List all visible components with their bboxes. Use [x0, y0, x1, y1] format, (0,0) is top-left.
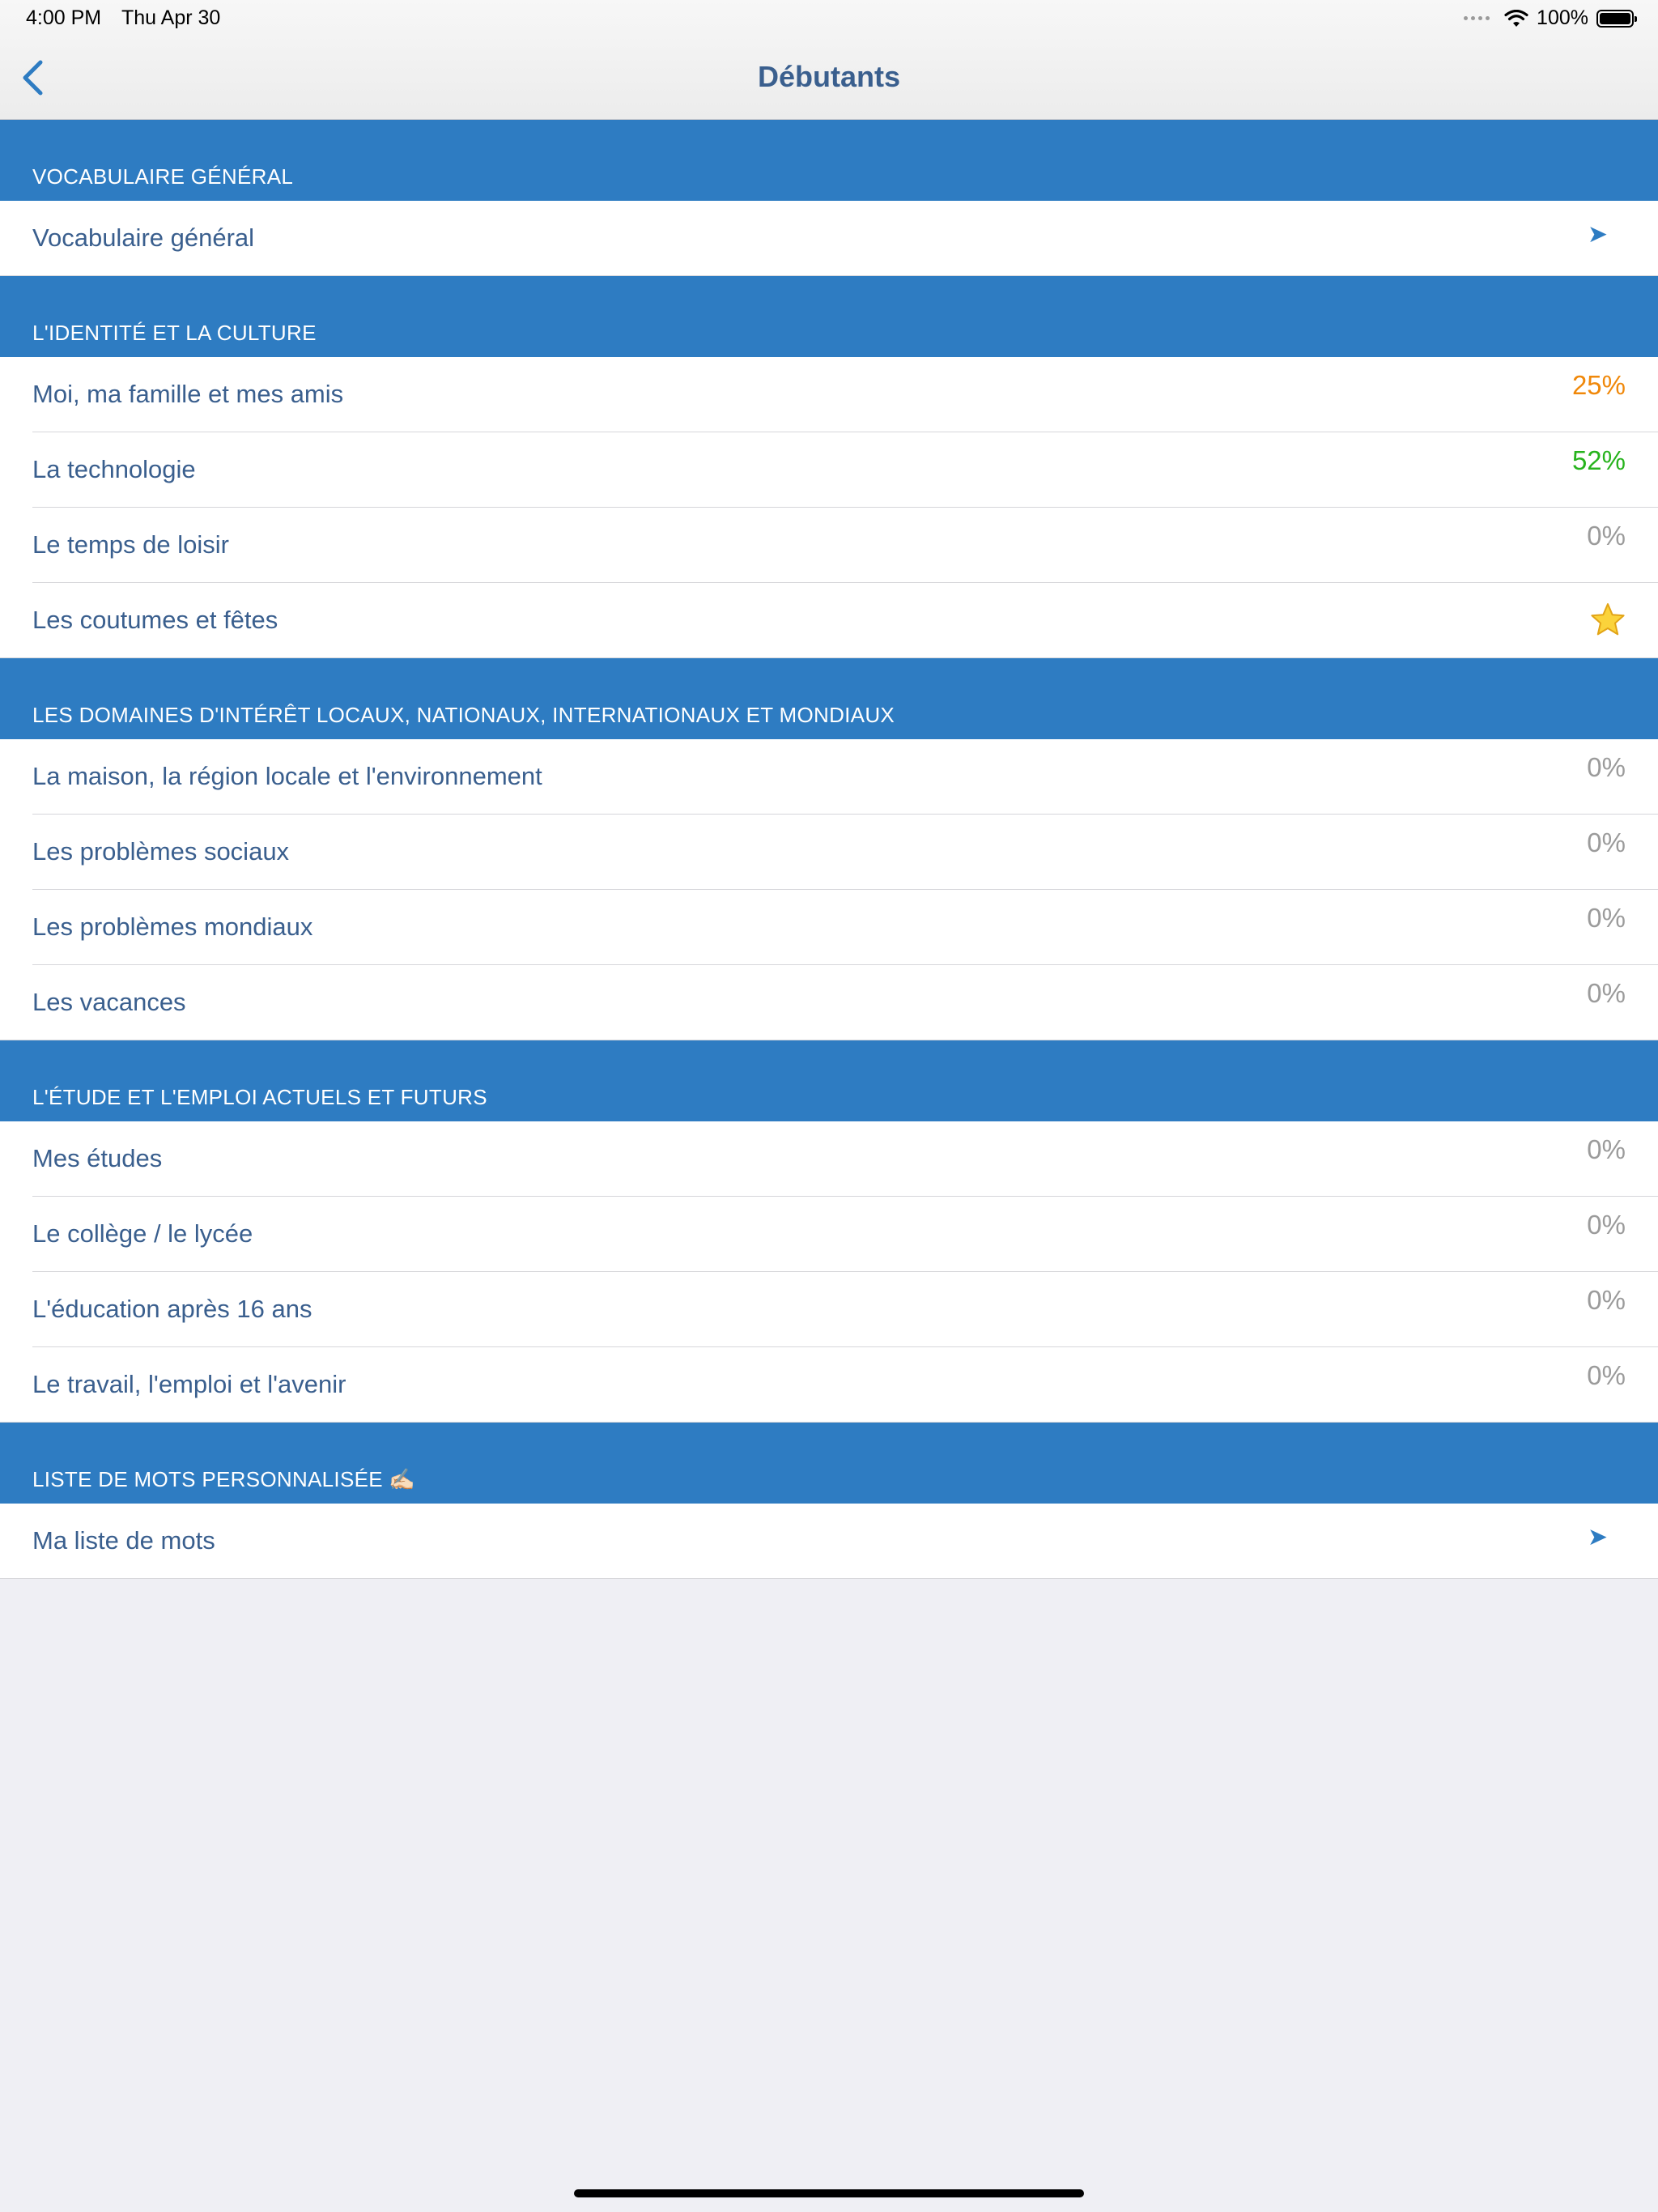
list-item[interactable]: Ma liste de mots ➤: [0, 1504, 1658, 1579]
list-item[interactable]: Le travail, l'emploi et l'avenir 0%: [0, 1347, 1658, 1423]
list-item[interactable]: La technologie 52%: [0, 432, 1658, 508]
battery-icon: [1596, 9, 1637, 28]
list-item-label: Moi, ma famille et mes amis: [32, 380, 344, 408]
section-list: VOCABULAIRE GÉNÉRAL Vocabulaire général ➤ L…: [0, 120, 1658, 1579]
list-item-label: L'éducation après 16 ans: [32, 1295, 312, 1323]
section-header-label: LISTE DE MOTS PERSONNALISÉE ✍🏻: [32, 1467, 416, 1491]
list-item-label: Le collège / le lycée: [32, 1219, 253, 1248]
list-item-label: Ma liste de mots: [32, 1526, 215, 1555]
wifi-icon: [1504, 9, 1528, 27]
list-item-label: Mes études: [32, 1144, 163, 1172]
list-item[interactable]: Mes études 0%: [0, 1121, 1658, 1197]
battery-percent: 100%: [1537, 6, 1588, 29]
list-item[interactable]: Vocabulaire général ➤: [0, 201, 1658, 276]
arrow-right-icon: ➤: [1587, 1524, 1608, 1551]
section-header: VOCABULAIRE GÉNÉRAL: [0, 120, 1658, 201]
home-indicator[interactable]: [574, 2189, 1084, 2197]
star-icon: [1590, 602, 1626, 640]
list-item[interactable]: Le temps de loisir 0%: [0, 508, 1658, 583]
list-item[interactable]: L'éducation après 16 ans 0%: [0, 1272, 1658, 1347]
signal-icon: [1464, 16, 1490, 20]
progress-percent: 0%: [1587, 1360, 1626, 1390]
list-item-label: Les problèmes sociaux: [32, 837, 290, 866]
screen: Débutants 4:00 PM Thu Apr 30 100% VOCABU…: [0, 0, 1658, 2212]
list-item[interactable]: Le collège / le lycée 0%: [0, 1197, 1658, 1272]
list-item-label: Le temps de loisir: [32, 530, 229, 559]
section-header: LISTE DE MOTS PERSONNALISÉE ✍🏻: [0, 1423, 1658, 1504]
list-item[interactable]: Moi, ma famille et mes amis 25%: [0, 357, 1658, 432]
section-header-label: L'IDENTITÉ ET LA CULTURE: [32, 321, 317, 345]
page-title: Débutants: [757, 60, 900, 93]
arrow-right-icon: ➤: [1587, 221, 1608, 248]
section-header: L'ÉTUDE ET L'EMPLOI ACTUELS ET FUTURS: [0, 1040, 1658, 1121]
section-header-label: LES DOMAINES D'INTÉRÊT LOCAUX, NATIONAUX…: [32, 703, 895, 727]
list-item[interactable]: Les vacances 0%: [0, 965, 1658, 1040]
list-item[interactable]: Les problèmes sociaux 0%: [0, 815, 1658, 890]
section-header-label: L'ÉTUDE ET L'EMPLOI ACTUELS ET FUTURS: [32, 1085, 487, 1109]
progress-percent: 0%: [1587, 903, 1626, 933]
section-header-label: VOCABULAIRE GÉNÉRAL: [32, 164, 294, 189]
list-item-label: La maison, la région locale et l'environ…: [32, 762, 542, 790]
progress-percent: 0%: [1587, 752, 1626, 782]
list-item-label: Les vacances: [32, 988, 186, 1016]
status-date: Thu Apr 30: [121, 6, 221, 29]
status-time: 4:00 PM: [26, 6, 102, 29]
progress-percent: 0%: [1587, 978, 1626, 1008]
progress-percent: 0%: [1587, 1134, 1626, 1164]
list-item[interactable]: Les coutumes et fêtes: [0, 583, 1658, 658]
status-bar: 4:00 PM Thu Apr 30 100%: [0, 0, 1658, 36]
list-item-label: Les problèmes mondiaux: [32, 912, 313, 941]
list-item-label: Le travail, l'emploi et l'avenir: [32, 1370, 346, 1398]
list-item[interactable]: La maison, la région locale et l'environ…: [0, 739, 1658, 815]
list-item[interactable]: Les problèmes mondiaux 0%: [0, 890, 1658, 965]
progress-percent: 25%: [1571, 370, 1626, 400]
list-item-label: La technologie: [32, 455, 196, 483]
list-item-label: Les coutumes et fêtes: [32, 606, 278, 634]
progress-percent: 52%: [1571, 445, 1626, 475]
section-header: LES DOMAINES D'INTÉRÊT LOCAUX, NATIONAUX…: [0, 658, 1658, 739]
progress-percent: 0%: [1587, 1285, 1626, 1315]
status-indicators: 100%: [1464, 6, 1637, 30]
progress-percent: 0%: [1587, 521, 1626, 551]
list-item-label: Vocabulaire général: [32, 223, 255, 252]
progress-percent: 0%: [1587, 827, 1626, 857]
section-header: L'IDENTITÉ ET LA CULTURE: [0, 276, 1658, 357]
progress-percent: 0%: [1587, 1210, 1626, 1240]
